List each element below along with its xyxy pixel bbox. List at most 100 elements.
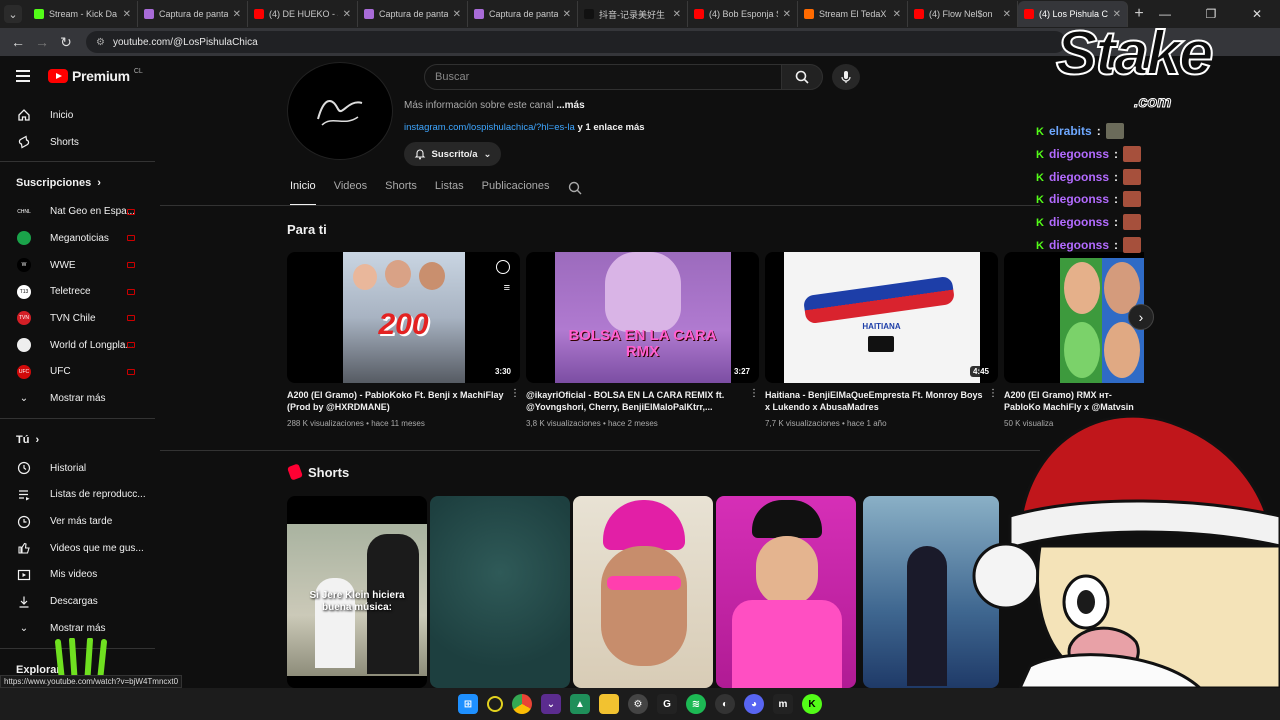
tab-close-icon[interactable]: ✕ [783, 9, 791, 20]
browser-tab[interactable]: Captura de panta ✕ [468, 1, 578, 27]
browser-tab[interactable]: (4) Flow Nel$on ✕ [908, 1, 1018, 27]
start-icon[interactable]: ⊞ [458, 694, 478, 714]
thumbnail-figure [604, 252, 681, 332]
discord-icon[interactable]: ◕ [744, 694, 764, 714]
show-more-label: Mostrar más [50, 393, 106, 405]
subscriptions-heading[interactable]: Suscripciones › [0, 168, 155, 198]
browser-tab[interactable]: Captura de panta ✕ [358, 1, 468, 27]
chrome-icon[interactable] [512, 694, 532, 714]
sidebar-item-download[interactable]: Descargas [0, 588, 155, 615]
tab-close-icon[interactable]: ✕ [563, 9, 571, 20]
tab-inicio[interactable]: Inicio [290, 180, 316, 206]
search-button[interactable] [781, 64, 823, 90]
more-info-link[interactable]: ...más [556, 100, 584, 111]
sidebar-subscription[interactable]: CHNL Nat Geo en Espa... [0, 198, 155, 225]
tab-close-icon[interactable]: ✕ [123, 9, 131, 20]
video-title[interactable]: @ikayriOficial - BOLSA EN LA CARA REMIX … [526, 389, 748, 413]
tab-close-icon[interactable]: ✕ [893, 9, 901, 20]
browser-tab[interactable]: (4) Bob Esponja S ✕ [688, 1, 798, 27]
short-card[interactable] [716, 496, 856, 688]
back-icon[interactable]: ← [6, 30, 30, 54]
spotify-icon[interactable]: ≋ [686, 694, 706, 714]
reload-icon[interactable]: ↻ [54, 30, 78, 54]
sidebar-subscription[interactable]: W WWE [0, 252, 155, 279]
carousel-next-button[interactable]: › [1128, 304, 1154, 330]
more-actions-icon[interactable]: ⋮ [510, 389, 520, 399]
tab-label: Stream El TedaX | [819, 9, 888, 19]
channel-search-icon[interactable] [568, 181, 582, 195]
menu-icon[interactable] [16, 70, 30, 85]
app-icon[interactable]: m [773, 694, 793, 714]
video-thumbnail[interactable] [1004, 252, 1144, 383]
sidebar-subscription[interactable]: TVN TVN Chile [0, 305, 155, 332]
you-heading[interactable]: Tú › [0, 425, 155, 455]
tab-listas[interactable]: Listas [435, 180, 464, 206]
tab-videos[interactable]: Videos [334, 180, 367, 206]
short-card[interactable] [430, 496, 570, 688]
sidebar-item-like[interactable]: Videos que me gus... [0, 535, 155, 562]
tab-close-icon[interactable]: ✕ [453, 9, 461, 20]
channel-avatar: UFC [17, 364, 31, 379]
app-icon[interactable]: ▲ [570, 694, 590, 714]
video-card[interactable]: BOLSA EN LA CARA RMX 3:27 @ikayriOficial… [526, 252, 759, 428]
sidebar-item-home[interactable]: Inicio [0, 102, 155, 129]
instagram-link[interactable]: instagram.com/lospishulachica/?hl=es-la [404, 122, 575, 133]
tab-close-icon[interactable]: ✕ [233, 9, 241, 20]
download-icon [16, 594, 32, 610]
sidebar-subscription[interactable]: UFC UFC [0, 359, 155, 386]
show-more-subscriptions[interactable]: ⌄ Mostrar más [0, 385, 155, 412]
sidebar-subscription[interactable]: World of Longpla... [0, 332, 155, 359]
browser-tab[interactable]: Stream El TedaX | ✕ [798, 1, 908, 27]
tab-close-icon[interactable]: ✕ [1003, 9, 1011, 20]
close-icon[interactable]: ✕ [1234, 0, 1280, 28]
voice-search-button[interactable] [832, 64, 860, 90]
browser-tab[interactable]: (4) DE HUEKO - & ✕ [248, 1, 358, 27]
sidebar-item-playlist[interactable]: Listas de reproducc... [0, 482, 155, 509]
subscribed-button[interactable]: Suscrito/a ⌄ [404, 142, 501, 166]
video-thumbnail[interactable]: BOLSA EN LA CARA RMX 3:27 [526, 252, 759, 383]
short-card[interactable] [573, 496, 713, 688]
obs-icon[interactable]: ◐ [715, 694, 735, 714]
forward-icon[interactable]: → [30, 30, 54, 54]
file-explorer-icon[interactable] [599, 694, 619, 714]
tab-shorts[interactable]: Shorts [385, 180, 417, 206]
video-card[interactable]: 200 ≡ 3:30 A200 (El Gramo) - PabloKoko F… [287, 252, 520, 428]
youtube-logo[interactable]: Premium CL [48, 68, 143, 84]
tab-close-icon[interactable]: ✕ [343, 9, 351, 20]
site-info-icon[interactable]: ⚙ [96, 37, 105, 48]
sidebar-item-shorts[interactable]: Shorts [0, 129, 155, 156]
watch-later-icon[interactable] [496, 260, 510, 274]
short-card[interactable]: Si Jere Klein hiciera buena música: [287, 496, 427, 688]
tab-close-icon[interactable]: ✕ [673, 9, 681, 20]
tab-search-button[interactable]: ⌄ [4, 5, 22, 23]
tab-publicaciones[interactable]: Publicaciones [482, 180, 550, 206]
sidebar-item-watch-later[interactable]: Ver más tarde [0, 508, 155, 535]
editor-icon[interactable]: ⌄ [541, 694, 561, 714]
more-links[interactable]: y 1 enlace más [577, 122, 644, 133]
sidebar-item-my-videos[interactable]: Mis videos [0, 562, 155, 589]
app-icon[interactable]: ⚙ [628, 694, 648, 714]
add-to-queue-icon[interactable]: ≡ [504, 282, 510, 294]
kick-icon[interactable]: K [802, 694, 822, 714]
video-thumbnail[interactable]: 200 ≡ 3:30 [287, 252, 520, 383]
app-ring-icon[interactable] [487, 696, 503, 712]
channel-more-info[interactable]: Más información sobre este canal ...más [404, 100, 585, 111]
channel-avatar [17, 338, 31, 353]
you-list: Historial Listas de reproducc... Ver más t… [0, 455, 155, 615]
tabs-divider [160, 205, 1040, 206]
sidebar-subscription[interactable]: T13 Teletrece [0, 278, 155, 305]
browser-tab[interactable]: 抖音-记录美好生 ✕ [578, 1, 688, 27]
search-input[interactable]: Buscar [424, 64, 782, 90]
address-bar[interactable]: ⚙ youtube.com/@LosPishulaChica [86, 31, 1066, 53]
video-thumbnail[interactable]: HAITIANA 4:45 [765, 252, 998, 383]
app-icon[interactable]: G [657, 694, 677, 714]
sidebar-item-history[interactable]: Historial [0, 455, 155, 482]
video-title[interactable]: Haitiana - BenjiElMaQueEmpresta Ft. Monr… [765, 389, 987, 413]
video-title[interactable]: A200 (El Gramo) - PabloKoko Ft. Benji x … [287, 389, 509, 413]
browser-tab[interactable]: Stream - Kick Da ✕ [28, 1, 138, 27]
browser-tab[interactable]: Captura de panta ✕ [138, 1, 248, 27]
channel-avatar[interactable] [287, 62, 393, 160]
more-actions-icon[interactable]: ⋮ [749, 389, 759, 399]
sidebar-item-label: Meganoticias [50, 232, 109, 244]
sidebar-subscription[interactable]: Meganoticias [0, 225, 155, 252]
